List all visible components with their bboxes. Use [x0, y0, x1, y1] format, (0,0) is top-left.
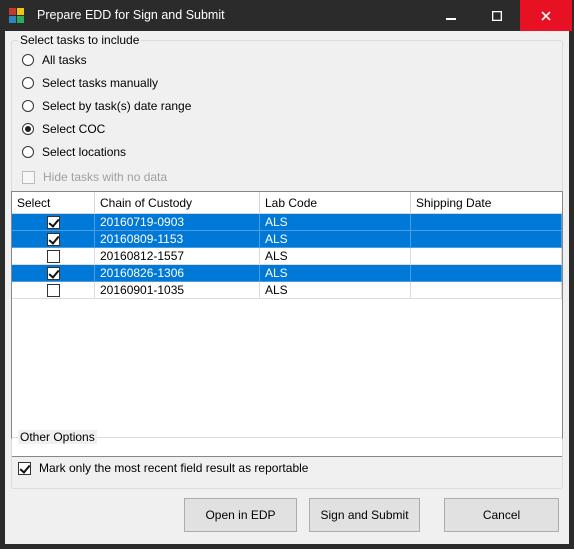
shipping-date-cell: [411, 282, 562, 299]
row-checkbox[interactable]: [46, 266, 60, 280]
select-cell[interactable]: [12, 248, 95, 265]
mark-recent-checkbox[interactable]: [18, 461, 31, 475]
hide-tasks-label: Hide tasks with no data: [43, 170, 168, 184]
lab-code-cell: ALS: [260, 214, 411, 231]
lab-code-cell: ALS: [260, 231, 411, 248]
row-checkbox[interactable]: [46, 215, 60, 229]
close-button[interactable]: [520, 0, 572, 31]
radio-select-manually[interactable]: Select tasks manually: [22, 75, 158, 91]
radio-button[interactable]: [22, 123, 34, 135]
radio-all-tasks[interactable]: All tasks: [22, 52, 87, 68]
row-checkbox[interactable]: [46, 232, 60, 246]
lab-code-cell: ALS: [260, 265, 411, 282]
dialog-window: Prepare EDD for Sign and Submit Select t…: [0, 0, 574, 549]
maximize-icon: [492, 10, 502, 21]
radio-label: Select tasks manually: [42, 76, 159, 90]
select-cell[interactable]: [12, 214, 95, 231]
mark-recent-checkbox-row[interactable]: Mark only the most recent field result a…: [18, 460, 308, 476]
radio-button[interactable]: [22, 146, 34, 158]
table-row[interactable]: 20160812-1557 ALS: [12, 248, 562, 265]
shipping-date-cell: [411, 231, 562, 248]
table-row[interactable]: 20160826-1306 ALS: [12, 265, 562, 282]
shipping-date-cell: [411, 214, 562, 231]
lab-code-cell: ALS: [260, 248, 411, 265]
coc-grid[interactable]: Select Chain of Custody Lab Code Shippin…: [11, 191, 563, 457]
other-options-group: Other Options Mark only the most recent …: [11, 430, 563, 489]
radio-button[interactable]: [22, 100, 34, 112]
radio-label: All tasks: [42, 53, 87, 67]
lab-code-cell: ALS: [260, 282, 411, 299]
table-row[interactable]: 20160901-1035 ALS: [12, 282, 562, 299]
row-checkbox[interactable]: [46, 283, 60, 297]
select-cell[interactable]: [12, 231, 95, 248]
title-bar[interactable]: Prepare EDD for Sign and Submit: [0, 0, 574, 31]
radio-button[interactable]: [22, 54, 34, 66]
maximize-button[interactable]: [474, 0, 520, 31]
shipping-date-cell: [411, 265, 562, 282]
select-cell[interactable]: [12, 265, 95, 282]
table-row[interactable]: 20160809-1153 ALS: [12, 231, 562, 248]
shipping-date-cell: [411, 248, 562, 265]
window-title: Prepare EDD for Sign and Submit: [37, 8, 225, 22]
hide-tasks-checkbox[interactable]: [22, 170, 35, 184]
radio-button[interactable]: [22, 77, 34, 89]
app-icon: [9, 8, 25, 24]
coc-cell: 20160809-1153: [95, 231, 260, 248]
column-header-select[interactable]: Select: [12, 192, 95, 214]
select-tasks-group-title: Select tasks to include: [18, 33, 142, 47]
select-cell[interactable]: [12, 282, 95, 299]
radio-label: Select by task(s) date range: [42, 99, 192, 113]
sign-and-submit-button[interactable]: Sign and Submit: [309, 498, 420, 532]
radio-label: Select COC: [42, 122, 106, 136]
coc-cell: 20160826-1306: [95, 265, 260, 282]
table-row[interactable]: 20160719-0903 ALS: [12, 214, 562, 231]
column-header-shipping-date[interactable]: Shipping Date: [411, 192, 562, 214]
mark-recent-label: Mark only the most recent field result a…: [39, 461, 309, 475]
dialog-client-area: Select tasks to include All tasks Select…: [5, 31, 569, 544]
open-in-edp-button[interactable]: Open in EDP: [184, 498, 297, 532]
radio-select-coc[interactable]: Select COC: [22, 121, 105, 137]
radio-date-range[interactable]: Select by task(s) date range: [22, 98, 191, 114]
coc-cell: 20160901-1035: [95, 282, 260, 299]
hide-tasks-checkbox-row[interactable]: Hide tasks with no data: [22, 169, 167, 185]
grid-header: Select Chain of Custody Lab Code Shippin…: [12, 192, 562, 214]
column-header-chain-of-custody[interactable]: Chain of Custody: [95, 192, 260, 214]
radio-label: Select locations: [42, 145, 127, 159]
grid-body: 20160719-0903 ALS 20160809-1153 ALS 2016…: [12, 214, 562, 299]
row-checkbox[interactable]: [46, 249, 60, 263]
minimize-button[interactable]: [428, 0, 474, 31]
coc-cell: 20160719-0903: [95, 214, 260, 231]
coc-cell: 20160812-1557: [95, 248, 260, 265]
cancel-button[interactable]: Cancel: [444, 498, 559, 532]
close-icon: [541, 10, 551, 21]
minimize-icon: [446, 17, 456, 20]
column-header-lab-code[interactable]: Lab Code: [260, 192, 411, 214]
other-options-group-title: Other Options: [18, 430, 97, 444]
radio-select-locations[interactable]: Select locations: [22, 144, 126, 160]
